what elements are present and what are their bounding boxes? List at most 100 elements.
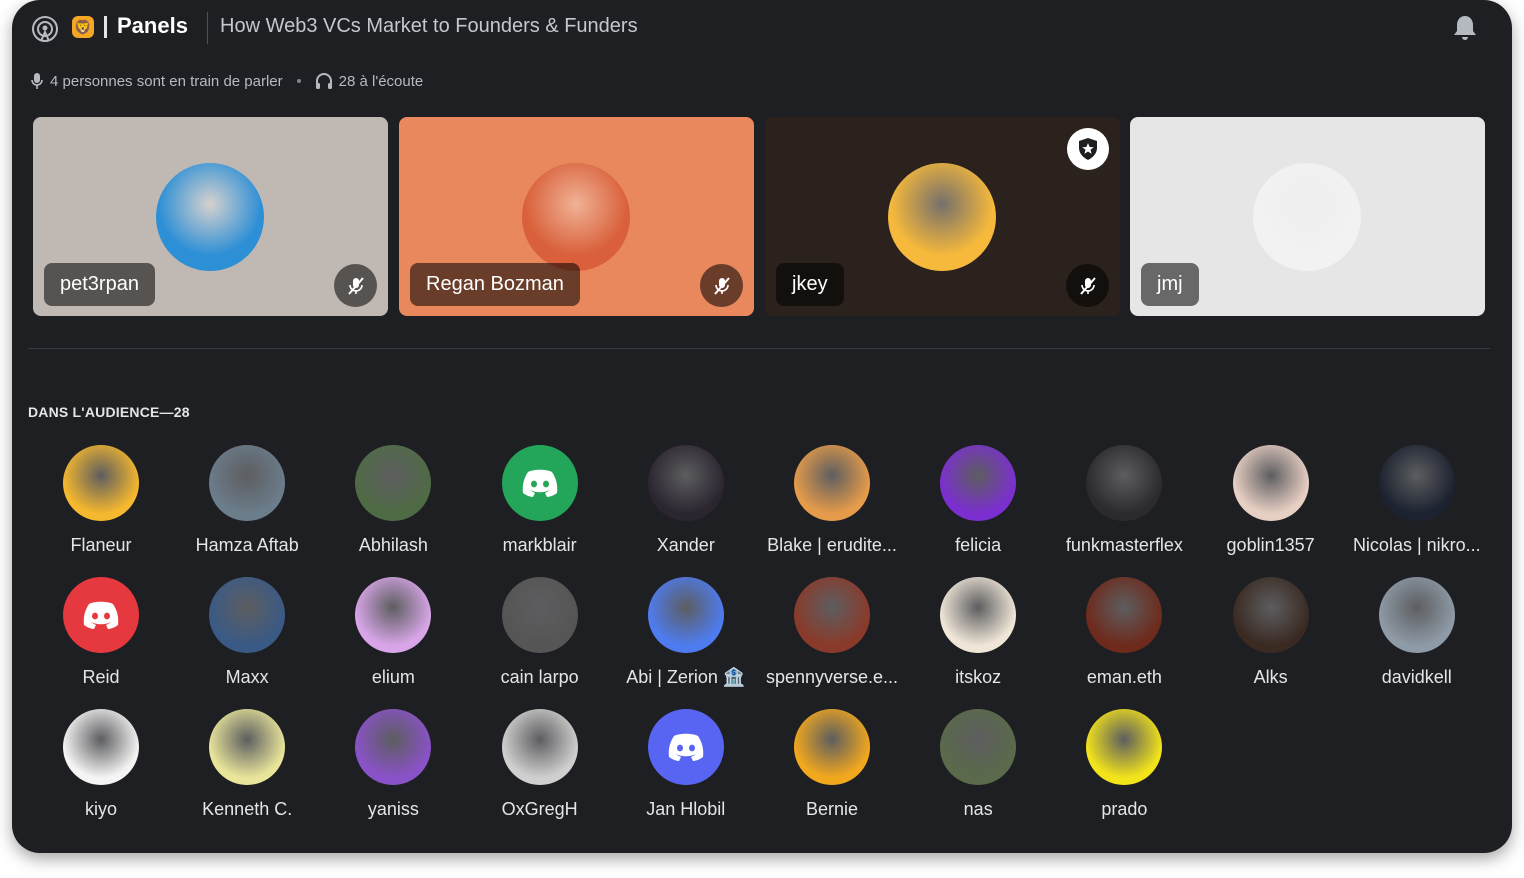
audience-member[interactable]: Bernie xyxy=(759,709,905,820)
audience-member[interactable]: Kenneth C. xyxy=(174,709,320,820)
audience-member[interactable]: OxGregH xyxy=(467,709,613,820)
member-name: prado xyxy=(1101,799,1148,819)
member-name: nas xyxy=(963,799,993,819)
avatar-icon xyxy=(209,709,286,785)
avatar-icon xyxy=(1086,577,1163,653)
audience-member[interactable]: elium xyxy=(320,577,466,688)
pixel-scene-icon xyxy=(794,577,870,653)
discord-logo-icon xyxy=(501,445,578,521)
cow-avatar-icon xyxy=(63,445,139,521)
stats-separator xyxy=(296,79,301,83)
avatar-icon xyxy=(1232,445,1309,521)
member-name: Abhilash xyxy=(358,535,428,555)
avatar-icon xyxy=(1232,577,1309,653)
member-name: davidkell xyxy=(1381,667,1452,687)
audience-member[interactable]: spennyverse.e... xyxy=(759,577,905,688)
server-icon[interactable]: 🦁 xyxy=(72,16,94,38)
member-name: yaniss xyxy=(367,799,419,819)
member-name: itskoz xyxy=(955,667,1002,687)
person-photo-icon xyxy=(1378,577,1455,653)
muted-mic-icon xyxy=(700,264,743,307)
speaker-tile[interactable]: Regan Bozman xyxy=(399,117,754,316)
speaker-tile[interactable]: jmj xyxy=(1130,117,1485,316)
speaker-name: pet3rpan xyxy=(44,263,155,306)
audience-member[interactable]: Abi | Zerion 🏦 xyxy=(613,577,759,688)
eye-avatar-icon xyxy=(209,577,286,653)
audience-member[interactable]: Alks xyxy=(1198,577,1344,688)
member-name: Abi | Zerion 🏦 xyxy=(626,667,746,687)
audience-member[interactable]: Abhilash xyxy=(320,445,466,556)
speaker-tile[interactable]: jkey xyxy=(765,117,1120,316)
astronaut-icon xyxy=(1086,445,1163,521)
header-divider xyxy=(207,12,208,44)
bell-icon[interactable] xyxy=(1452,14,1478,42)
cat-avatar-icon xyxy=(940,577,1017,653)
audience-member[interactable]: Reid xyxy=(28,577,174,688)
avatar-icon xyxy=(501,577,578,653)
avatar-icon xyxy=(355,709,432,785)
member-name: kiyo xyxy=(84,799,117,819)
audience-member[interactable]: Blake | erudite... xyxy=(759,445,905,556)
hooded-figure-icon xyxy=(647,445,724,521)
stage-stats: 4 personnes sont en train de parler 28 à… xyxy=(30,72,423,90)
member-name: funkmasterflex xyxy=(1065,535,1183,555)
stage-channel-icon xyxy=(32,16,58,42)
member-name: felicia xyxy=(955,535,1002,555)
member-name: goblin1357 xyxy=(1226,535,1315,555)
speaker-name: jmj xyxy=(1141,263,1199,306)
audience-member[interactable]: funkmasterflex xyxy=(1051,445,1197,556)
audience-member[interactable]: nas xyxy=(905,709,1051,820)
stage-topic: How Web3 VCs Market to Founders & Funder… xyxy=(220,15,638,37)
audience-member[interactable]: Maxx xyxy=(174,577,320,688)
section-divider xyxy=(28,348,1490,349)
avatar-icon xyxy=(63,709,139,785)
audience-member[interactable]: davidkell xyxy=(1344,577,1490,688)
audience-member[interactable]: Flaneur xyxy=(28,445,174,556)
audience-member[interactable]: felicia xyxy=(905,445,1051,556)
person-photo-icon xyxy=(1086,709,1163,785)
member-name: Nicolas | nikro... xyxy=(1352,535,1481,555)
audience-member[interactable]: Jan Hlobil xyxy=(613,709,759,820)
listening-count: 28 à l'écoute xyxy=(338,72,424,90)
audience-member[interactable]: yaniss xyxy=(320,709,466,820)
discord-logo-icon xyxy=(647,709,724,785)
member-name: Xander xyxy=(656,535,715,555)
member-name: Jan Hlobil xyxy=(646,799,726,819)
title-separator xyxy=(104,16,107,38)
member-name: Flaneur xyxy=(70,535,132,555)
speaking-count: 4 personnes sont en train de parler xyxy=(50,72,283,90)
speaker-tile[interactable]: pet3rpan xyxy=(33,117,388,316)
member-name: cain larpo xyxy=(500,667,579,687)
member-name: markblair xyxy=(502,535,577,555)
audience-member[interactable]: Hamza Aftab xyxy=(174,445,320,556)
audience-member[interactable]: kiyo xyxy=(28,709,174,820)
member-name: Reid xyxy=(82,667,120,687)
avatar-icon xyxy=(355,577,432,653)
member-name: Hamza Aftab xyxy=(195,535,299,555)
audience-member[interactable]: eman.eth xyxy=(1051,577,1197,688)
moderator-shield-icon xyxy=(1067,128,1109,170)
speaker-avatar xyxy=(156,163,264,271)
audience-member[interactable]: cain larpo xyxy=(467,577,613,688)
audience-member[interactable]: prado xyxy=(1051,709,1197,820)
headphones-icon xyxy=(315,73,332,89)
stage-window: 🦁 Panels How Web3 VCs Market to Founders… xyxy=(12,0,1512,853)
pixel-person-icon xyxy=(794,709,870,785)
person-photo-icon xyxy=(355,445,432,521)
top-bar: 🦁 Panels How Web3 VCs Market to Founders… xyxy=(12,0,1512,56)
speaker-avatar xyxy=(522,163,630,271)
member-name: spennyverse.e... xyxy=(765,667,899,687)
member-name: OxGregH xyxy=(501,799,578,819)
muted-mic-icon xyxy=(334,264,377,307)
audience-member[interactable]: itskoz xyxy=(905,577,1051,688)
audience-heading: DANS L'AUDIENCE—28 xyxy=(28,404,190,420)
audience-member[interactable]: Xander xyxy=(613,445,759,556)
channel-name: Panels xyxy=(117,13,188,38)
member-name: Kenneth C. xyxy=(202,799,293,819)
audience-member[interactable]: markblair xyxy=(467,445,613,556)
member-name: Alks xyxy=(1253,667,1288,687)
audience-member[interactable]: Nicolas | nikro... xyxy=(1344,445,1490,556)
audience-member[interactable]: goblin1357 xyxy=(1198,445,1344,556)
member-name: elium xyxy=(371,667,415,687)
member-name: Bernie xyxy=(805,799,859,819)
